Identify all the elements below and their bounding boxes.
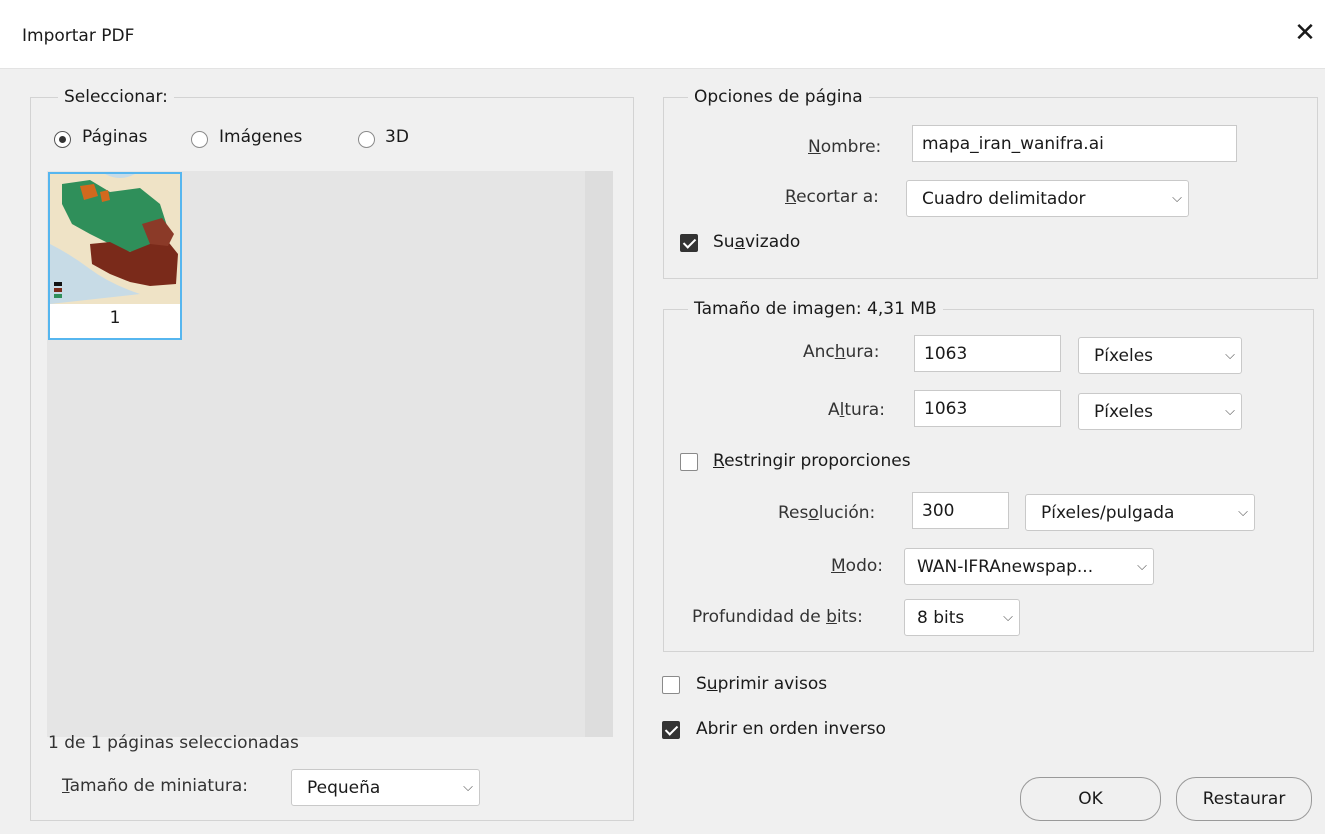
suppress-warnings-label[interactable]: Suprimir avisos — [696, 674, 827, 694]
crop-select[interactable]: Cuadro delimitador ⌵ — [906, 180, 1189, 217]
resolution-unit-select[interactable]: Píxeles/pulgada ⌵ — [1025, 494, 1255, 531]
radio-3d[interactable] — [358, 131, 375, 148]
close-icon[interactable]: ✕ — [1290, 18, 1320, 48]
mode-value: WAN-IFRAnewspap... — [917, 556, 1094, 577]
title-bar — [0, 0, 1325, 69]
chevron-down-icon: ⌵ — [1225, 348, 1235, 363]
thumb-size-label: Tamaño de miniatura: — [62, 776, 248, 796]
ok-button[interactable]: OK — [1020, 777, 1161, 821]
radio-images[interactable] — [191, 131, 208, 148]
thumb-size-select[interactable]: Pequeña ⌵ — [291, 769, 480, 806]
reverse-order-label[interactable]: Abrir en orden inverso — [696, 719, 886, 739]
bit-depth-value: 8 bits — [917, 607, 965, 628]
name-label: Nombre: — [808, 137, 882, 157]
height-unit-value: Píxeles — [1094, 401, 1154, 422]
radio-pages[interactable] — [54, 131, 71, 148]
page-options-legend: Opciones de página — [688, 87, 869, 107]
crop-label: Recortar a: — [785, 187, 879, 207]
thumb-size-value: Pequeña — [307, 777, 381, 798]
width-input[interactable]: 1063 — [914, 335, 1061, 372]
resolution-unit-value: Píxeles/pulgada — [1041, 502, 1175, 523]
select-group-legend: Seleccionar: — [58, 87, 174, 107]
bit-depth-select[interactable]: 8 bits ⌵ — [904, 599, 1020, 636]
reverse-order-checkbox[interactable] — [662, 721, 680, 739]
chevron-down-icon: ⌵ — [1225, 404, 1235, 419]
thumbnail-scrollbar[interactable] — [585, 171, 613, 737]
radio-3d-label[interactable]: 3D — [385, 127, 409, 147]
image-size-legend: Tamaño de imagen: 4,31 MB — [688, 299, 943, 319]
chevron-down-icon: ⌵ — [463, 780, 473, 795]
bit-depth-label: Profundidad de bits: — [692, 607, 863, 627]
chevron-down-icon: ⌵ — [1003, 610, 1013, 625]
constrain-label[interactable]: Restringir proporciones — [713, 451, 911, 471]
chevron-down-icon: ⌵ — [1137, 559, 1147, 574]
mode-label: Modo: — [831, 556, 883, 576]
height-label: Altura: — [828, 400, 885, 420]
radio-images-label[interactable]: Imágenes — [219, 127, 302, 147]
resolution-input[interactable]: 300 — [912, 492, 1009, 529]
width-unit-value: Píxeles — [1094, 345, 1154, 366]
reset-button[interactable]: Restaurar — [1176, 777, 1312, 821]
radio-pages-label[interactable]: Páginas — [82, 127, 147, 147]
page-thumbnail[interactable]: 1 — [48, 172, 182, 340]
constrain-checkbox[interactable] — [680, 453, 698, 471]
chevron-down-icon: ⌵ — [1238, 505, 1248, 520]
selection-status: 1 de 1 páginas seleccionadas — [48, 733, 299, 753]
thumbnail-page-number: 1 — [109, 308, 121, 328]
resolution-label: Resolución: — [778, 503, 876, 523]
map-thumbnail-image — [50, 174, 180, 304]
chevron-down-icon: ⌵ — [1172, 191, 1182, 206]
height-unit-select[interactable]: Píxeles ⌵ — [1078, 393, 1242, 430]
crop-value: Cuadro delimitador — [922, 188, 1086, 209]
mode-select[interactable]: WAN-IFRAnewspap... ⌵ — [904, 548, 1154, 585]
height-input[interactable]: 1063 — [914, 390, 1061, 427]
width-unit-select[interactable]: Píxeles ⌵ — [1078, 337, 1242, 374]
suppress-warnings-checkbox[interactable] — [662, 676, 680, 694]
name-input[interactable]: mapa_iran_wanifra.ai — [912, 125, 1237, 162]
antialias-checkbox[interactable] — [680, 234, 698, 252]
antialias-label[interactable]: Suavizado — [713, 232, 800, 252]
dialog-title: Importar PDF — [22, 26, 135, 46]
width-label: Anchura: — [803, 342, 880, 362]
